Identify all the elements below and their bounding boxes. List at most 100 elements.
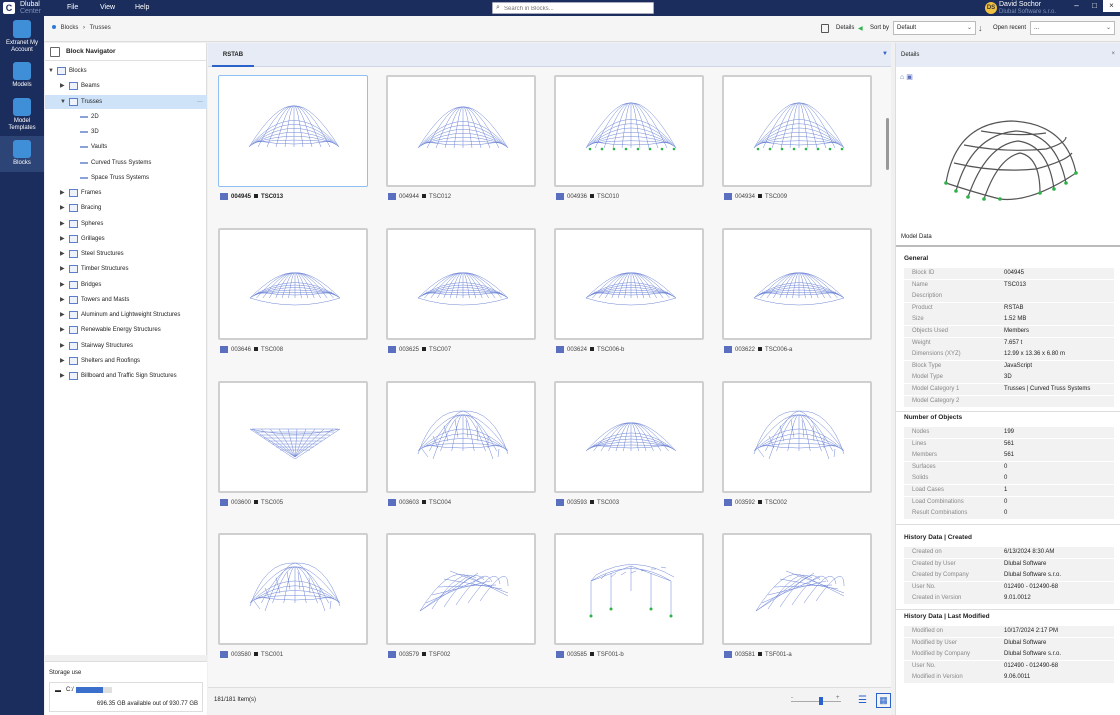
app-extranet[interactable]: Extranet My Account xyxy=(0,20,44,54)
search-box[interactable]: ⌕ xyxy=(492,2,654,14)
print-icon[interactable] xyxy=(821,24,829,33)
model-preview[interactable] xyxy=(936,113,1086,223)
block-caption[interactable]: 003646TSC008 xyxy=(220,345,372,355)
tree-item[interactable]: ▶Beams xyxy=(45,79,207,93)
tree-item[interactable]: ▶Spheres xyxy=(45,217,207,231)
block-caption[interactable]: 004944TSC012 xyxy=(388,192,540,202)
block-caption[interactable]: 004945TSC013 xyxy=(220,192,372,202)
grid-scrollbar[interactable] xyxy=(886,68,890,646)
zoom-slider-handle[interactable] xyxy=(819,697,823,705)
tree-item[interactable]: Space Truss Systems xyxy=(45,171,207,185)
chevron-right-icon[interactable]: ▶ xyxy=(60,308,65,322)
chevron-right-icon[interactable]: ▶ xyxy=(60,201,65,215)
sort-select[interactable]: Default ⌄ xyxy=(893,21,976,35)
tree-item[interactable]: Vaults xyxy=(45,140,207,154)
block-caption[interactable]: 003579TSF002 xyxy=(388,650,540,660)
close-button[interactable]: × xyxy=(1103,0,1120,12)
block-caption[interactable]: 003624TSC006-b xyxy=(556,345,708,355)
chevron-down-icon[interactable]: ▼ xyxy=(48,64,54,78)
menu-help[interactable]: Help xyxy=(135,4,149,11)
app-model-templates[interactable]: Model Templates xyxy=(0,98,44,132)
block-card[interactable] xyxy=(218,75,368,187)
chevron-right-icon[interactable]: ▶ xyxy=(60,247,65,261)
details-panel-icon[interactable]: ◀ xyxy=(858,25,863,32)
block-caption[interactable]: 003625TSC007 xyxy=(388,345,540,355)
chevron-right-icon[interactable]: ▶ xyxy=(60,354,65,368)
image-view-icon[interactable]: ▣ xyxy=(906,74,913,81)
block-caption[interactable]: 003622TSC006-a xyxy=(724,345,876,355)
tree-item[interactable]: ▶Timber Structures xyxy=(45,262,207,276)
tree-item[interactable]: ▶Stairway Structures xyxy=(45,339,207,353)
chevron-right-icon[interactable]: ▶ xyxy=(60,79,65,93)
block-card[interactable] xyxy=(386,381,536,493)
grid-view-icon[interactable]: ▦ xyxy=(876,693,891,708)
tree-item[interactable]: ▶Frames xyxy=(45,186,207,200)
zoom-slider[interactable] xyxy=(791,701,841,702)
block-card[interactable] xyxy=(218,533,368,645)
grid-scrollbar-thumb[interactable] xyxy=(886,118,889,170)
chevron-right-icon[interactable]: ▶ xyxy=(60,369,65,383)
chevron-right-icon[interactable]: ▶ xyxy=(60,186,65,200)
block-card[interactable] xyxy=(722,381,872,493)
tree-item[interactable]: ▶Shelters and Roofings xyxy=(45,354,207,368)
chevron-right-icon[interactable]: ▶ xyxy=(60,232,65,246)
app-blocks[interactable]: Blocks xyxy=(0,136,44,172)
tree-item[interactable]: 2D xyxy=(45,110,207,124)
more-options-icon[interactable]: ··· xyxy=(197,95,203,109)
block-card[interactable] xyxy=(554,533,704,645)
model-view-icon[interactable]: ⌂ xyxy=(900,74,904,81)
menu-view[interactable]: View xyxy=(100,4,115,11)
block-caption[interactable]: 003581TSF001-a xyxy=(724,650,876,660)
block-card[interactable] xyxy=(386,75,536,187)
chevron-right-icon[interactable]: ▶ xyxy=(60,323,65,337)
close-icon[interactable]: × xyxy=(1111,51,1115,57)
block-card[interactable] xyxy=(554,75,704,187)
maximize-button[interactable]: □ xyxy=(1086,0,1103,12)
chevron-right-icon[interactable]: ▶ xyxy=(60,262,65,276)
avatar[interactable]: DS xyxy=(985,2,997,14)
search-input[interactable] xyxy=(504,4,650,13)
details-toggle[interactable]: Details xyxy=(836,25,854,31)
block-caption[interactable]: 003580TSC001 xyxy=(220,650,372,660)
block-caption[interactable]: 004936TSC010 xyxy=(556,192,708,202)
tree-item[interactable]: ▶Aluminum and Lightweight Structures xyxy=(45,308,207,322)
block-card[interactable] xyxy=(386,533,536,645)
breadcrumb-root[interactable]: Blocks xyxy=(61,25,79,31)
chevron-down-icon[interactable]: ▼ xyxy=(60,95,66,109)
tab-model-data[interactable]: Model Data xyxy=(896,229,1120,247)
block-caption[interactable]: 004934TSC009 xyxy=(724,192,876,202)
block-card[interactable] xyxy=(386,228,536,340)
chevron-right-icon[interactable]: ▶ xyxy=(60,293,65,307)
block-caption[interactable]: 003593TSC003 xyxy=(556,498,708,508)
app-models[interactable]: Models xyxy=(0,62,44,89)
tree-item[interactable]: ▶Billboard and Traffic Sign Structures xyxy=(45,369,207,383)
chevron-right-icon[interactable]: ▶ xyxy=(60,278,65,292)
tree-item[interactable]: ▶Renewable Energy Structures xyxy=(45,323,207,337)
menu-file[interactable]: File xyxy=(67,4,78,11)
tree-item[interactable]: Curved Truss Systems xyxy=(45,156,207,170)
block-card[interactable] xyxy=(554,228,704,340)
zoom-in-button[interactable]: + xyxy=(836,695,840,701)
minimize-button[interactable]: – xyxy=(1068,0,1085,12)
open-recent-select[interactable]: ... ⌄ xyxy=(1030,21,1115,35)
chevron-right-icon[interactable]: ▶ xyxy=(60,339,65,353)
block-card[interactable] xyxy=(554,381,704,493)
sort-direction-icon[interactable]: ↓ xyxy=(978,23,983,33)
tree-item[interactable]: ▶Steel Structures xyxy=(45,247,207,261)
block-card[interactable] xyxy=(722,75,872,187)
tree-item[interactable]: ▶Towers and Masts xyxy=(45,293,207,307)
block-caption[interactable]: 003585TSF001-b xyxy=(556,650,708,660)
block-card[interactable] xyxy=(218,228,368,340)
block-caption[interactable]: 003600TSC005 xyxy=(220,498,372,508)
chevron-right-icon[interactable]: ▶ xyxy=(60,217,65,231)
breadcrumb-current[interactable]: Trusses xyxy=(90,25,111,31)
block-card[interactable] xyxy=(722,533,872,645)
tree-item[interactable]: ▶Bridges xyxy=(45,278,207,292)
block-card[interactable] xyxy=(722,228,872,340)
list-view-icon[interactable]: ☰ xyxy=(856,695,869,707)
block-card[interactable] xyxy=(218,381,368,493)
tree-item[interactable]: ▼Blocks xyxy=(45,64,207,78)
tree-item[interactable]: 3D xyxy=(45,125,207,139)
tree-item[interactable]: ▼Trusses··· xyxy=(45,95,207,109)
tree-item[interactable]: ▶Grillages xyxy=(45,232,207,246)
